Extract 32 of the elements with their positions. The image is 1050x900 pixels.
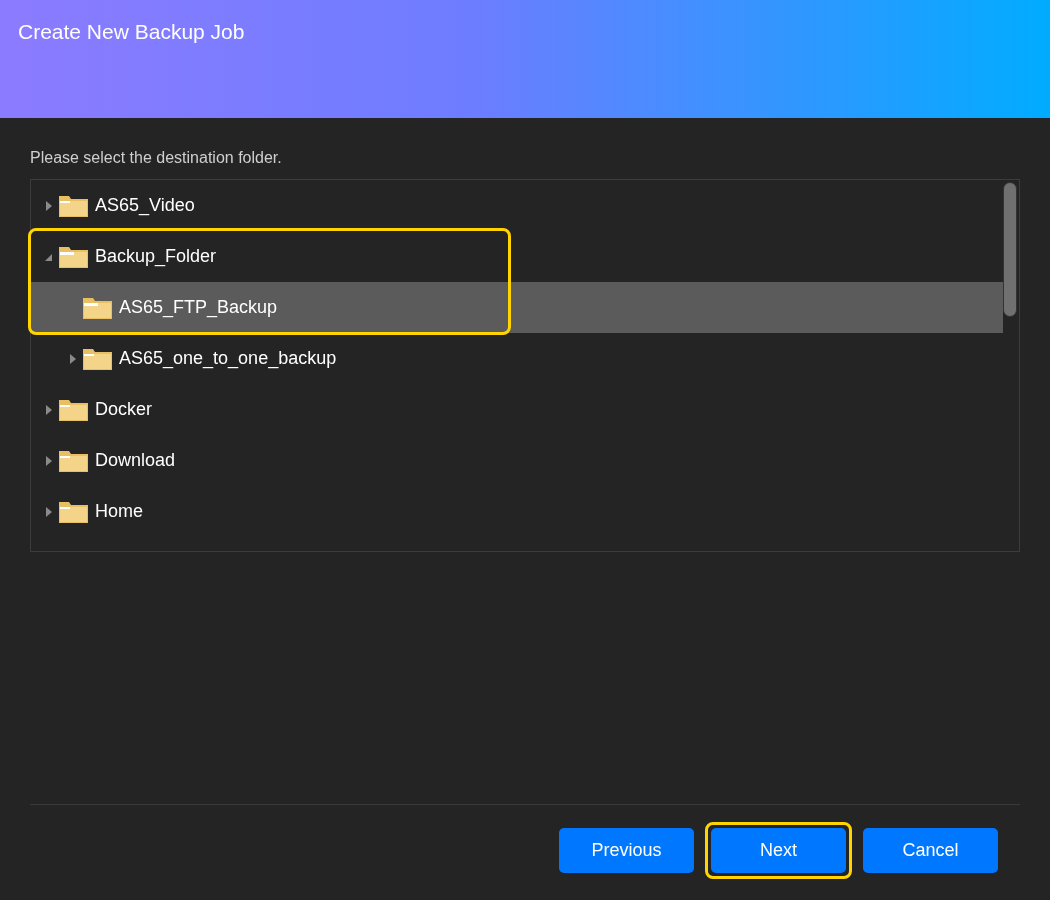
folder-icon (59, 500, 88, 523)
scrollbar-thumb[interactable] (1003, 182, 1017, 317)
folder-tree-item[interactable]: Backup_Folder (31, 231, 1003, 282)
folder-name: AS65_FTP_Backup (119, 296, 278, 320)
folder-tree-item[interactable]: Home (31, 486, 1003, 537)
dialog-button[interactable]: Next (711, 828, 846, 873)
folder-name: Backup_Folder (95, 245, 217, 269)
dialog-title: Create New Backup Job (18, 19, 246, 45)
folder-name: AS65_one_to_one_backup (119, 347, 337, 371)
folder-name: AS65_Video (95, 194, 195, 218)
dialog-button[interactable]: Previous (559, 828, 694, 873)
expand-arrow-icon[interactable] (45, 506, 53, 517)
folder-icon (59, 398, 88, 421)
expand-arrow-icon[interactable] (45, 455, 53, 466)
folder-name: Download (95, 449, 176, 472)
folder-icon (59, 449, 88, 472)
folder-icon (59, 245, 88, 268)
folder-tree-item[interactable]: AS65_one_to_one_backup (31, 333, 1003, 384)
folder-icon (83, 296, 112, 319)
folder-tree-item[interactable]: AS65_Video (31, 180, 1003, 231)
folder-tree-item[interactable]: AS65_FTP_Backup (31, 282, 1003, 333)
folder-tree-item[interactable]: Docker (31, 384, 1003, 435)
folder-name: Home (95, 500, 143, 523)
dialog-button[interactable]: Cancel (863, 828, 998, 873)
folder-tree-item[interactable]: Download (31, 435, 1003, 486)
instruction-text: Please select the destination folder. (30, 148, 283, 168)
folder-icon (59, 194, 88, 217)
expand-arrow-icon[interactable] (69, 353, 77, 364)
expand-arrow-icon[interactable] (45, 200, 53, 211)
folder-name: Docker (95, 398, 152, 421)
expand-arrow-icon[interactable] (45, 404, 53, 415)
folder-icon (83, 347, 112, 370)
